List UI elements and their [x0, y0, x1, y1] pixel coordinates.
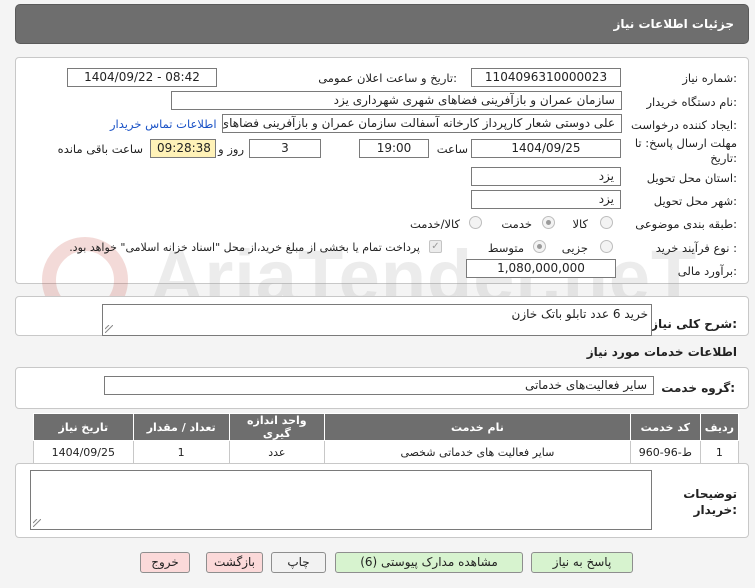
exit-button[interactable]: خروج: [140, 552, 190, 573]
announce-datetime-label: تاریخ و ساعت اعلان عمومی:: [318, 71, 457, 85]
services-table: ردیف کد خدمت نام خدمت واحد اندازه گیری ت…: [33, 413, 740, 464]
col-need-date-header: تاریخ نیاز: [33, 413, 134, 441]
summary-label: شرح کلی نیاز:: [651, 317, 737, 331]
service-group-field: سایر فعالیت‌های خدماتی: [104, 376, 654, 395]
header-bar: جزئیات اطلاعات نیاز: [15, 4, 749, 44]
category-option-service-label: خدمت: [501, 217, 532, 231]
table-header-row: ردیف کد خدمت نام خدمت واحد اندازه گیری ت…: [33, 413, 740, 441]
process-option-medium-label: متوسط: [487, 241, 524, 255]
category-option-goods-label: کالا: [572, 217, 588, 231]
col-quantity-header: تعداد / مقدار: [132, 413, 230, 441]
estimate-label: برآورد مالی:: [677, 264, 737, 278]
buyer-field: سازمان عمران و بازآفرینی فضاهای شهری شهر…: [171, 91, 622, 110]
buyer-notes-field[interactable]: [30, 470, 652, 530]
days-label: روز و: [218, 142, 244, 156]
category-option-goods-service-label: کالا/خدمت: [409, 217, 460, 231]
resize-handle-icon[interactable]: [105, 325, 113, 333]
col-unit-header: واحد اندازه گیری: [228, 413, 325, 441]
estimate-field: 1,080,000,000: [466, 259, 616, 278]
deadline-label: مهلت ارسال پاسخ: تا تاریخ:: [634, 136, 737, 165]
reply-button[interactable]: پاسخ به نیاز: [531, 552, 633, 573]
province-label: استان محل تحویل:: [646, 171, 737, 185]
col-service-code-header: کد خدمت: [629, 413, 701, 441]
buyer-notes-label: توضیحات خریدار:: [683, 487, 737, 517]
cell-service-name: سایر فعالیت های خدماتی شخصی: [323, 440, 631, 464]
buyer-label: نام دستگاه خریدار:: [646, 95, 737, 109]
process-option-minor-label: جزیی: [561, 241, 588, 255]
city-field: یزد: [471, 190, 621, 209]
print-button[interactable]: چاپ: [271, 552, 326, 573]
services-section-title: اطلاعات خدمات مورد نیاز: [586, 345, 737, 359]
deadline-date-field: 1404/09/25: [471, 139, 621, 158]
remaining-time-label: ساعت باقی مانده: [57, 142, 143, 156]
deadline-time-field: 19:00: [359, 139, 429, 158]
category-radio-goods[interactable]: [600, 216, 613, 229]
cell-need-date: 1404/09/25: [33, 440, 134, 464]
notes-resize-handle-icon[interactable]: [33, 519, 41, 527]
need-number-label: شماره نیاز:: [682, 71, 737, 85]
summary-text: خرید 6 عدد تابلو باتک خازن: [511, 307, 648, 321]
days-remaining-field: 3: [249, 139, 321, 158]
creator-label: ایجاد کننده درخواست:: [631, 118, 737, 132]
back-button[interactable]: بازگشت: [206, 552, 263, 573]
creator-field: علی دوستی شعار کارپرداز کارخانه آسفالت س…: [222, 114, 622, 133]
summary-field: خرید 6 عدد تابلو باتک خازن: [102, 304, 652, 336]
province-field: یزد: [471, 167, 621, 186]
announce-datetime-field: 1404/09/22 - 08:42: [67, 68, 217, 87]
process-radio-minor[interactable]: [600, 240, 613, 253]
cell-service-code: ط-96-960: [629, 440, 701, 464]
cell-quantity: 1: [132, 440, 230, 464]
process-radio-medium[interactable]: [533, 240, 546, 253]
buyer-contact-link[interactable]: اطلاعات تماس خریدار: [110, 117, 217, 131]
need-number-field: 1104096310000023: [471, 68, 621, 87]
process-label: نوع فرآیند خرید :: [655, 241, 737, 255]
cell-unit: عدد: [228, 440, 325, 464]
treasury-payment-checkbox[interactable]: ✓: [429, 240, 442, 253]
remaining-time-field: 09:28:38: [150, 139, 216, 158]
treasury-payment-note: پرداخت تمام یا بخشی از مبلغ خرید،از محل …: [69, 241, 420, 254]
view-attachments-button[interactable]: مشاهده مدارک پیوستی (6): [335, 552, 523, 573]
category-label: طبقه بندی موضوعی:: [635, 217, 737, 231]
page-title: جزئیات اطلاعات نیاز: [613, 17, 734, 31]
city-label: شهر محل تحویل:: [653, 194, 737, 208]
col-row-header: ردیف: [699, 413, 740, 441]
cell-row-number: 1: [699, 440, 740, 464]
category-radio-service[interactable]: [542, 216, 555, 229]
col-service-name-header: نام خدمت: [323, 413, 631, 441]
deadline-time-label: ساعت: [436, 142, 468, 156]
service-group-label: گروه خدمت:: [661, 381, 735, 395]
table-row: 1 ط-96-960 سایر فعالیت های خدماتی شخصی ع…: [33, 440, 740, 464]
category-radio-goods-service[interactable]: [469, 216, 482, 229]
